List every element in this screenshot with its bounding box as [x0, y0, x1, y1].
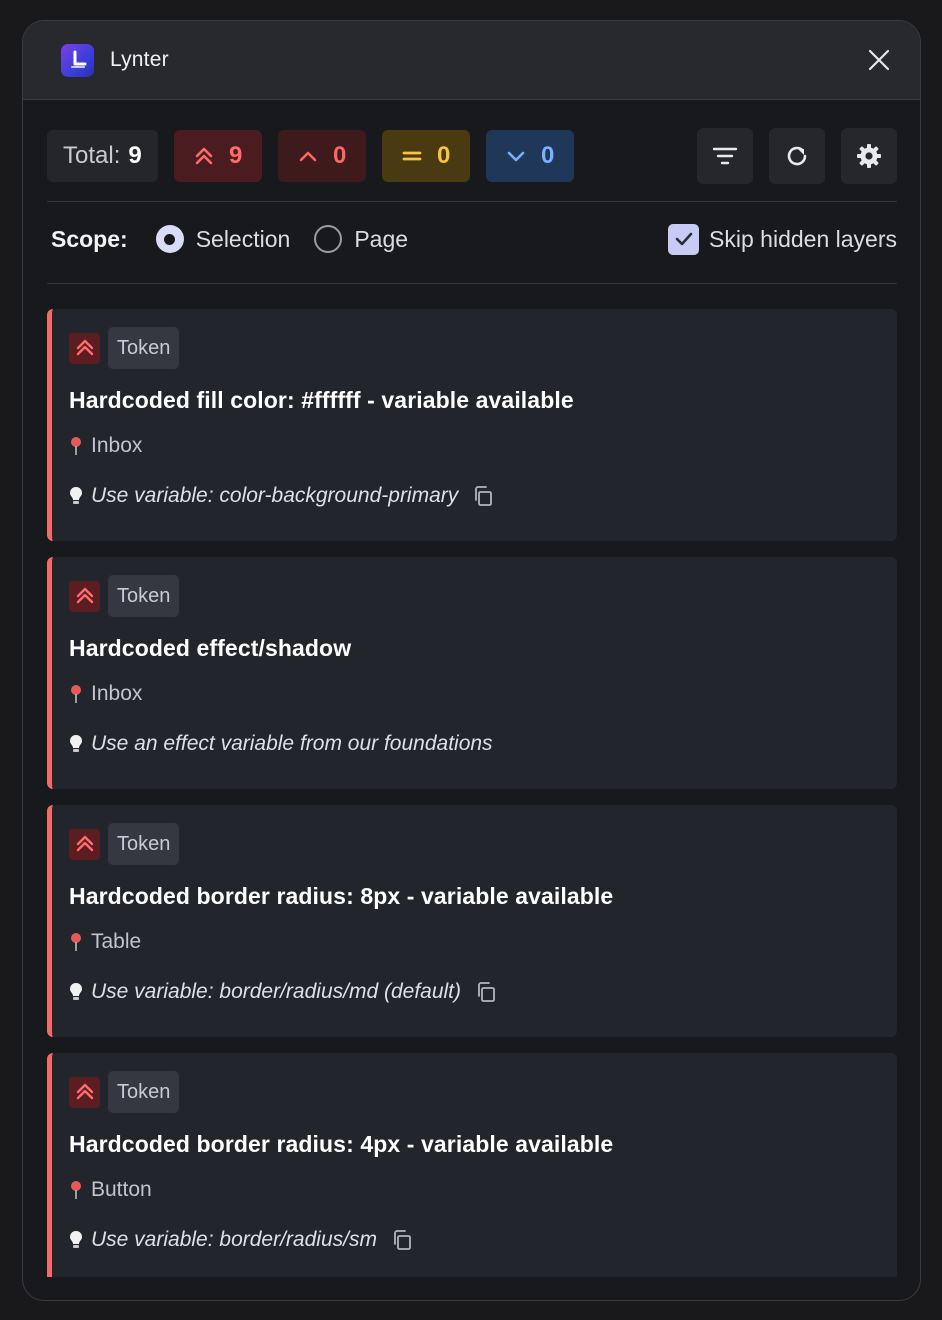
- issue-location[interactable]: Inbox: [69, 434, 880, 458]
- issue-suggestion-text: Use variable: color-background-primary: [91, 484, 459, 507]
- chevron-up-icon: [299, 151, 317, 162]
- issue-suggestion: Use variable: border/radius/md (default): [69, 980, 880, 1004]
- skip-hidden-layers-toggle[interactable]: Skip hidden layers: [668, 223, 897, 255]
- scope-option-label: Selection: [195, 225, 291, 252]
- issues-list[interactable]: Token Hardcoded fill color: #ffffff - va…: [47, 309, 897, 1277]
- issue-title: Hardcoded effect/shadow: [69, 635, 352, 661]
- issue-location[interactable]: Inbox: [69, 682, 880, 706]
- high-count-filter[interactable]: 0: [277, 130, 366, 182]
- low-count-filter[interactable]: 0: [485, 130, 574, 182]
- close-icon: [868, 49, 890, 71]
- category-badge: Token: [108, 327, 180, 369]
- issue-title: Hardcoded border radius: 8px - variable …: [69, 883, 614, 909]
- close-button[interactable]: [862, 43, 896, 77]
- chevron-down-icon: [507, 151, 525, 162]
- equals-icon: [402, 151, 422, 161]
- medium-count: 0: [437, 142, 451, 169]
- issue-location-text: Inbox: [91, 682, 143, 705]
- refresh-icon: [787, 146, 807, 166]
- issue-title: Hardcoded fill color: #ffffff - variable…: [69, 387, 574, 413]
- pin-icon: [69, 436, 83, 456]
- scope-label: Scope:: [51, 225, 128, 252]
- medium-count-filter[interactable]: 0: [381, 130, 470, 182]
- app-title: Lynter: [110, 48, 169, 71]
- critical-count-filter[interactable]: 9: [173, 130, 262, 182]
- scope-option-selection[interactable]: Selection: [155, 225, 291, 253]
- critical-severity-icon: [69, 580, 100, 612]
- total-label: Total:: [63, 142, 121, 169]
- total-count: 9: [128, 142, 142, 169]
- refresh-button[interactable]: [769, 128, 825, 184]
- critical-count: 9: [229, 142, 243, 169]
- gear-icon: [857, 144, 881, 168]
- total-count-pill: Total: 9: [47, 130, 158, 182]
- title-bar: Lynter: [23, 21, 920, 100]
- pin-icon: [69, 1180, 83, 1200]
- category-badge: Token: [108, 575, 180, 617]
- divider: [47, 201, 897, 202]
- category-badge: Token: [108, 823, 180, 865]
- filter-icon: [712, 147, 738, 165]
- divider: [47, 283, 897, 284]
- lightbulb-icon: [69, 486, 83, 506]
- low-count: 0: [541, 142, 555, 169]
- copy-icon[interactable]: [391, 1229, 413, 1251]
- issue-card[interactable]: Token Hardcoded fill color: #ffffff - va…: [47, 309, 897, 541]
- issue-suggestion-text: Use variable: border/radius/sm: [91, 1228, 377, 1251]
- critical-severity-icon: [69, 332, 100, 364]
- critical-severity-icon: [69, 828, 100, 860]
- issue-suggestion: Use variable: color-background-primary: [69, 484, 880, 508]
- checkbox-checked: [668, 223, 700, 255]
- summary-toolbar: Total: 9 9 0 0 0: [47, 128, 897, 184]
- filter-button[interactable]: [697, 128, 753, 184]
- issue-suggestion-text: Use variable: border/radius/md (default): [91, 980, 462, 1003]
- issue-location-text: Inbox: [91, 434, 143, 457]
- issue-title: Hardcoded border radius: 4px - variable …: [69, 1131, 614, 1157]
- issue-location[interactable]: Button: [69, 1178, 880, 1202]
- scope-option-page[interactable]: Page: [314, 225, 408, 253]
- critical-severity-icon: [69, 1076, 100, 1108]
- check-icon: [675, 232, 692, 246]
- settings-button[interactable]: [841, 128, 897, 184]
- lightbulb-icon: [69, 1230, 83, 1250]
- issue-location[interactable]: Table: [69, 930, 880, 954]
- issue-card[interactable]: Token Hardcoded border radius: 8px - var…: [47, 805, 897, 1037]
- copy-icon[interactable]: [475, 981, 497, 1003]
- toolbar-actions: [681, 128, 897, 184]
- plugin-window: Lynter Total: 9 9 0 0 0 Scope: Selection…: [22, 20, 921, 1301]
- issue-location-text: Table: [91, 930, 142, 953]
- pin-icon: [69, 684, 83, 704]
- high-count: 0: [333, 142, 347, 169]
- skip-hidden-layers-label: Skip hidden layers: [709, 225, 897, 252]
- pin-icon: [69, 932, 83, 952]
- issue-location-text: Button: [91, 1178, 152, 1201]
- radio-unselected: [314, 225, 343, 253]
- copy-icon[interactable]: [472, 485, 494, 507]
- scope-row: Scope: Selection Page Skip hidden layers: [51, 217, 897, 261]
- category-badge: Token: [108, 1071, 180, 1113]
- lightbulb-icon: [69, 734, 83, 754]
- issue-card[interactable]: Token Hardcoded border radius: 4px - var…: [47, 1053, 897, 1277]
- issue-suggestion: Use an effect variable from our foundati…: [69, 732, 880, 756]
- radio-selected: [155, 225, 184, 253]
- lightbulb-icon: [69, 982, 83, 1002]
- issue-card[interactable]: Token Hardcoded effect/shadow Inbox Use …: [47, 557, 897, 789]
- lynter-logo-icon: [61, 43, 94, 77]
- issue-suggestion-text: Use an effect variable from our foundati…: [91, 732, 493, 755]
- scope-option-label: Page: [354, 225, 409, 252]
- issue-suggestion: Use variable: border/radius/sm: [69, 1228, 880, 1252]
- double-chevron-up-icon: [195, 147, 213, 165]
